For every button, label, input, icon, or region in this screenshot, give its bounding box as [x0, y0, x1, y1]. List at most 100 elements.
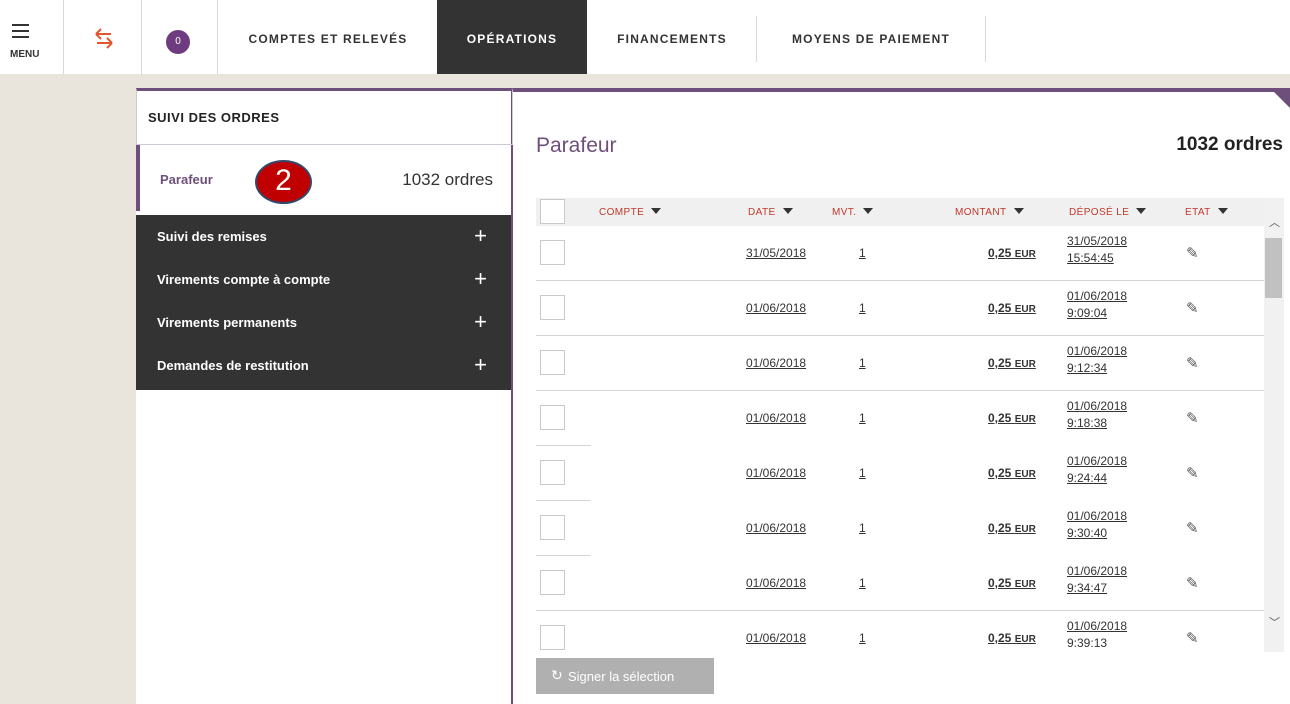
- row-date[interactable]: 01/06/2018: [746, 521, 806, 535]
- row-mvt[interactable]: 1: [859, 576, 866, 590]
- table-row[interactable]: 01/06/2018 1 0,25 EUR 01/06/2018 9:18:38 …: [536, 391, 1264, 446]
- amount-currency: EUR: [1014, 469, 1036, 480]
- row-deposit[interactable]: 01/06/2018 9:30:40: [1067, 508, 1127, 542]
- orders-sidebar: SUIVI DES ORDRES Parafeur 1032 ordres Su…: [136, 88, 513, 704]
- row-mvt[interactable]: 1: [859, 466, 866, 480]
- amount-currency: EUR: [1014, 579, 1036, 590]
- row-checkbox[interactable]: [540, 405, 565, 430]
- table-row[interactable]: 31/05/2018 1 0,25 EUR 31/05/2018 15:54:45…: [536, 226, 1264, 281]
- row-checkbox[interactable]: [540, 350, 565, 375]
- pencil-icon[interactable]: ✎: [1186, 409, 1199, 427]
- row-date[interactable]: 01/06/2018: [746, 631, 806, 645]
- amount-currency: EUR: [1014, 414, 1036, 425]
- scrollbar-thumb[interactable]: [1265, 238, 1282, 298]
- row-checkbox[interactable]: [540, 625, 565, 650]
- tab-operations[interactable]: OPÉRATIONS: [437, 0, 587, 74]
- column-depose-le[interactable]: DÉPOSÉ LE: [1069, 207, 1147, 218]
- pencil-icon[interactable]: ✎: [1186, 354, 1199, 372]
- pencil-icon[interactable]: ✎: [1186, 464, 1199, 482]
- deposit-date: 01/06/2018: [1067, 399, 1128, 413]
- column-compte[interactable]: COMPTE: [599, 207, 662, 218]
- sign-selection-button[interactable]: ↻ Signer la sélection: [536, 658, 714, 694]
- row-amount[interactable]: 0,25 EUR: [988, 466, 1036, 480]
- row-date[interactable]: 31/05/2018: [746, 246, 806, 260]
- row-amount[interactable]: 0,25 EUR: [988, 521, 1036, 535]
- row-checkbox[interactable]: [540, 460, 565, 485]
- pencil-icon[interactable]: ✎: [1186, 574, 1199, 592]
- row-date[interactable]: 01/06/2018: [746, 411, 806, 425]
- sidebar-item-suivi-remises[interactable]: Suivi des remises +: [136, 215, 511, 258]
- column-montant[interactable]: MONTANT: [955, 207, 1024, 218]
- row-date[interactable]: 01/06/2018: [746, 301, 806, 315]
- row-mvt[interactable]: 1: [859, 631, 866, 645]
- row-amount[interactable]: 0,25 EUR: [988, 356, 1036, 370]
- pencil-icon[interactable]: ✎: [1186, 244, 1199, 262]
- row-deposit[interactable]: 01/06/2018 9:34:47: [1067, 563, 1127, 597]
- pencil-icon[interactable]: ✎: [1186, 629, 1199, 647]
- row-checkbox[interactable]: [540, 515, 565, 540]
- row-checkbox[interactable]: [540, 295, 565, 320]
- column-date[interactable]: DATE: [748, 207, 793, 218]
- row-deposit[interactable]: 01/06/2018 9:18:38: [1067, 398, 1127, 432]
- deposit-date: 01/06/2018: [1067, 509, 1128, 523]
- table-row[interactable]: 01/06/2018 1 0,25 EUR 01/06/2018 9:30:40 …: [536, 501, 1264, 556]
- pencil-icon[interactable]: ✎: [1186, 519, 1199, 537]
- table-row[interactable]: 01/06/2018 1 0,25 EUR 01/06/2018 9:34:47 …: [536, 556, 1264, 611]
- sign-selection-label: Signer la sélection: [568, 669, 675, 684]
- row-mvt[interactable]: 1: [859, 411, 866, 425]
- row-date[interactable]: 01/06/2018: [746, 576, 806, 590]
- sidebar-item-count: 1032 ordres: [402, 170, 493, 189]
- row-date[interactable]: 01/06/2018: [746, 356, 806, 370]
- table-row[interactable]: 01/06/2018 1 0,25 EUR 01/06/2018 9:09:04 …: [536, 281, 1264, 336]
- row-checkbox[interactable]: [540, 570, 565, 595]
- amount-currency: EUR: [1014, 304, 1036, 315]
- amount-value: 0,25: [988, 356, 1012, 370]
- notifications-button[interactable]: 0: [142, 0, 218, 74]
- menu-label: MENU: [10, 49, 40, 60]
- row-checkbox[interactable]: [540, 240, 565, 265]
- sidebar-item-demandes-restitution[interactable]: Demandes de restitution +: [136, 344, 511, 387]
- amount-value: 0,25: [988, 631, 1012, 645]
- row-mvt[interactable]: 1: [859, 246, 866, 260]
- sidebar-item-virements-permanents[interactable]: Virements permanents +: [136, 301, 511, 344]
- table-row[interactable]: 01/06/2018 1 0,25 EUR 01/06/2018 9:24:44 …: [536, 446, 1264, 501]
- sidebar-item-virements-compte[interactable]: Virements compte à compte +: [136, 258, 511, 301]
- tab-financements[interactable]: FINANCEMENTS: [587, 0, 757, 74]
- chevron-down-icon[interactable]: ﹀: [1269, 614, 1280, 630]
- menu-button[interactable]: MENU: [0, 0, 64, 74]
- row-deposit[interactable]: 01/06/2018 9:09:04: [1067, 288, 1127, 322]
- sidebar-item-parafeur[interactable]: Parafeur 1032 ordres: [136, 145, 513, 211]
- amount-currency: EUR: [1014, 524, 1036, 535]
- pencil-icon[interactable]: ✎: [1186, 299, 1199, 317]
- chevron-up-icon[interactable]: ︿: [1269, 214, 1280, 230]
- row-deposit[interactable]: 01/06/2018 9:12:34: [1067, 343, 1127, 377]
- table-scrollbar[interactable]: ︿ ﹀: [1264, 198, 1284, 652]
- row-amount[interactable]: 0,25 EUR: [988, 411, 1036, 425]
- column-etat[interactable]: ETAT: [1185, 207, 1228, 218]
- tab-moyens-de-paiement[interactable]: MOYENS DE PAIEMENT: [757, 0, 985, 74]
- select-all-checkbox[interactable]: [540, 199, 565, 224]
- deposit-date: 31/05/2018: [1067, 234, 1128, 248]
- row-mvt[interactable]: 1: [859, 301, 866, 315]
- row-deposit[interactable]: 01/06/2018 9:39:13: [1067, 618, 1127, 652]
- row-mvt[interactable]: 1: [859, 356, 866, 370]
- top-navigation: MENU 0 COMPTES ET RELEVÉS OPÉRATIONS FIN…: [0, 0, 1290, 74]
- row-amount[interactable]: 0,25 EUR: [988, 631, 1036, 645]
- row-amount[interactable]: 0,25 EUR: [988, 301, 1036, 315]
- switch-account-button[interactable]: [64, 0, 142, 74]
- deposit-date: 01/06/2018: [1067, 619, 1128, 633]
- row-mvt[interactable]: 1: [859, 521, 866, 535]
- table-row[interactable]: 01/06/2018 1 0,25 EUR 01/06/2018 9:39:13 …: [536, 611, 1264, 653]
- column-label: ETAT: [1185, 207, 1211, 218]
- column-mvt[interactable]: MVT.: [832, 207, 874, 218]
- table-row[interactable]: 01/06/2018 1 0,25 EUR 01/06/2018 9:12:34 …: [536, 336, 1264, 391]
- row-date[interactable]: 01/06/2018: [746, 466, 806, 480]
- tab-comptes-releves[interactable]: COMPTES ET RELEVÉS: [218, 0, 438, 74]
- row-deposit[interactable]: 01/06/2018 9:24:44: [1067, 453, 1127, 487]
- row-deposit[interactable]: 31/05/2018 15:54:45: [1067, 233, 1127, 267]
- column-label: COMPTE: [599, 207, 645, 218]
- row-amount[interactable]: 0,25 EUR: [988, 576, 1036, 590]
- row-amount[interactable]: 0,25 EUR: [988, 246, 1036, 260]
- sidebar-title: SUIVI DES ORDRES: [148, 110, 280, 125]
- caret-down-icon: [863, 208, 874, 214]
